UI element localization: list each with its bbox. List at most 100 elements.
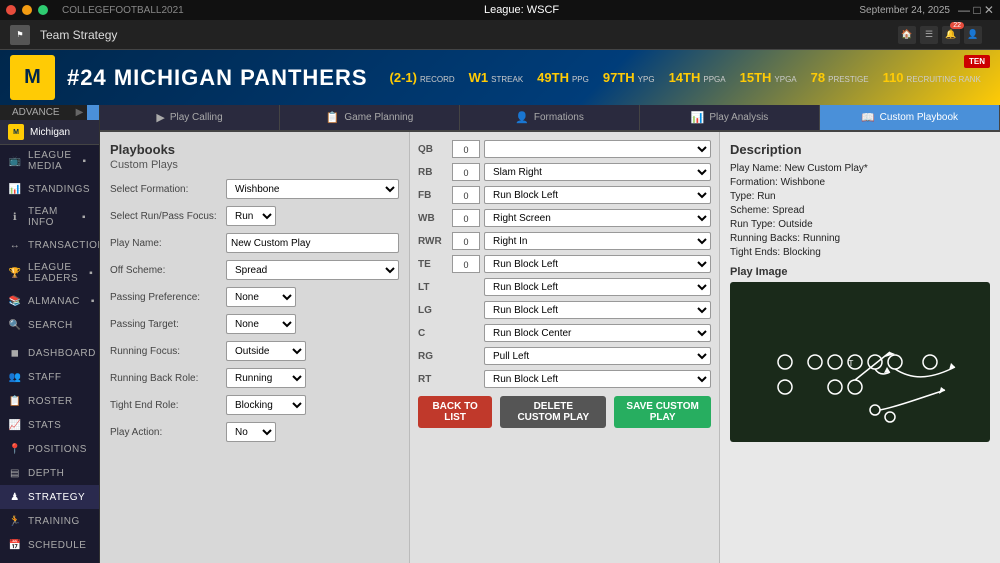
sidebar-item-standings[interactable]: 📊 STANDINGS ▪ — [0, 177, 99, 201]
desc-play-name-value: New Custom Play* — [784, 163, 867, 174]
player-action-fb[interactable]: Run Block Left — [484, 186, 711, 204]
tab-custom-playbook[interactable]: 📖 Custom Playbook — [820, 105, 1000, 130]
player-action-lg[interactable]: Run Block Left — [484, 301, 711, 319]
tab-bar: ▶ Play Calling 📋 Game Planning 👤 Formati… — [100, 105, 1000, 132]
top-bar: COLLEGEFOOTBALL2021 League: WSCF Septemb… — [0, 0, 1000, 20]
list-icon[interactable]: ☰ — [920, 26, 938, 44]
player-action-qb[interactable] — [484, 140, 711, 158]
sidebar-item-league-leaders[interactable]: 🏆 LEAGUE LEADERS ▪ — [0, 257, 99, 289]
player-action-rb[interactable]: Slam Right — [484, 163, 711, 181]
play-action-select[interactable]: No — [226, 422, 276, 442]
depth-icon: ▤ — [8, 466, 22, 480]
sidebar-item-dashboard[interactable]: ◼ DASHBOARD — [0, 341, 99, 365]
passing-target-label: Passing Target: — [110, 319, 220, 330]
team-stat-ppg: 49TH PPG — [537, 70, 589, 85]
run-pass-select[interactable]: Run — [226, 206, 276, 226]
te-role-select[interactable]: Blocking — [226, 395, 306, 415]
team-selector[interactable]: M Michigan — [0, 120, 99, 145]
sidebar: ADVANCE ▶ PLAY/SIM ▶ M Michigan 📺 LEAGUE… — [0, 105, 100, 563]
player-action-rwr[interactable]: Right In — [484, 232, 711, 250]
rb-role-label: Running Back Role: — [110, 373, 220, 384]
form-row-passing-target: Passing Target: None — [110, 314, 399, 334]
sidebar-label-transactions: TRANSACTIONS — [28, 240, 100, 251]
stat-val-prestige: 78 — [811, 70, 825, 85]
home-icon[interactable]: 🏠 — [898, 26, 916, 44]
user-icon[interactable]: 👤 — [964, 26, 982, 44]
player-action-rt[interactable]: Run Block Left — [484, 370, 711, 388]
passing-target-select[interactable]: None — [226, 314, 296, 334]
sidebar-item-schedule[interactable]: 📅 SCHEDULE — [0, 533, 99, 557]
form-row-off-scheme: Off Scheme: Spread — [110, 260, 399, 280]
sidebar-arrow-league-leaders: ▪ — [84, 266, 98, 280]
delete-custom-play-button[interactable]: Delete Custom Play — [500, 396, 606, 428]
team-stat-prestige: 78 PRESTIGE — [811, 70, 869, 85]
rb-role-select[interactable]: Running — [226, 368, 306, 388]
sidebar-item-training[interactable]: 🏃 TRAINING — [0, 509, 99, 533]
player-num-rwr: 0 — [452, 232, 480, 250]
form-row-passing-pref: Passing Preference: None — [110, 287, 399, 307]
sidebar-item-roster[interactable]: 📋 ROSTER — [0, 389, 99, 413]
sidebar-item-search[interactable]: 🔍 SEARCH — [0, 313, 99, 337]
sidebar-label-team-info: TEAM INFO — [28, 206, 71, 228]
player-pos-rb: RB — [418, 167, 448, 178]
passing-pref-select[interactable]: None — [226, 287, 296, 307]
player-action-rg[interactable]: Pull Left — [484, 347, 711, 365]
tab-formations[interactable]: 👤 Formations — [460, 105, 640, 130]
play-image-title: Play Image — [730, 266, 990, 278]
playbook-right-panel: Description Play Name: New Custom Play* … — [720, 132, 1000, 563]
save-custom-play-button[interactable]: Save Custom Play — [614, 396, 711, 428]
content-area: ▶ Play Calling 📋 Game Planning 👤 Formati… — [100, 105, 1000, 563]
sidebar-item-depth[interactable]: ▤ DEPTH — [0, 461, 99, 485]
sidebar-item-league-media[interactable]: 📺 LEAGUE MEDIA ▪ — [0, 145, 99, 177]
sidebar-item-history[interactable]: 📜 HISTORY — [0, 557, 99, 563]
play-sim-btn[interactable]: PLAY/SIM — [87, 105, 100, 120]
sidebar-item-staff[interactable]: 👥 STAFF — [0, 365, 99, 389]
desc-scheme: Scheme: Spread — [730, 205, 990, 216]
running-focus-select[interactable]: Outside — [226, 341, 306, 361]
player-action-wb[interactable]: Right Screen — [484, 209, 711, 227]
player-action-lt[interactable]: Run Block Left — [484, 278, 711, 296]
desc-run-type: Run Type: Outside — [730, 219, 990, 230]
tab-play-calling[interactable]: ▶ Play Calling — [100, 105, 280, 130]
sidebar-label-almanac: ALMANAC — [28, 296, 80, 307]
back-to-list-button[interactable]: Back To List — [418, 396, 492, 428]
sidebar-item-team-info[interactable]: ℹ TEAM INFO ▪ — [0, 201, 99, 233]
tab-game-planning[interactable]: 📋 Game Planning — [280, 105, 460, 130]
sidebar-item-almanac[interactable]: 📚 ALMANAC ▪ — [0, 289, 99, 313]
sidebar-label-schedule: SCHEDULE — [28, 540, 91, 551]
tab-play-calling-label: Play Calling — [170, 112, 223, 123]
strategy-icon: ♟ — [8, 490, 22, 504]
desc-formation-label: Formation: — [730, 177, 781, 188]
player-row-rt: RT Run Block Left — [418, 370, 711, 388]
minimize-dot[interactable] — [22, 5, 32, 15]
play-name-input[interactable] — [226, 233, 399, 253]
run-pass-label: Select Run/Pass Focus: — [110, 211, 220, 222]
sidebar-item-transactions[interactable]: ↔ TRANSACTIONS ▪ — [0, 233, 99, 257]
play-calling-tab-icon: ▶ — [156, 111, 164, 124]
player-action-te[interactable]: Run Block Left — [484, 255, 711, 273]
playbook-left-panel: Playbooks Custom Plays Select Formation:… — [100, 132, 410, 563]
sidebar-item-stats[interactable]: 📈 STATS — [0, 413, 99, 437]
date-label: September 24, 2025 — [859, 5, 950, 16]
player-action-c[interactable]: Run Block Center — [484, 324, 711, 342]
off-scheme-label: Off Scheme: — [110, 265, 220, 276]
advance-btn[interactable]: ADVANCE — [0, 105, 72, 120]
sidebar-label-roster: ROSTER — [28, 396, 91, 407]
stat-lbl-ypg: YPG — [638, 75, 655, 84]
tab-play-analysis[interactable]: 📊 Play Analysis — [640, 105, 820, 130]
off-scheme-select[interactable]: Spread — [226, 260, 399, 280]
select-formation-label: Select Formation: — [110, 184, 220, 195]
maximize-dot[interactable] — [38, 5, 48, 15]
bell-icon[interactable]: 🔔 — [942, 26, 960, 44]
sidebar-item-strategy[interactable]: ♟ STRATEGY — [0, 485, 99, 509]
stat-val-ypg: 97TH — [603, 70, 635, 85]
header-title: Team Strategy — [40, 28, 117, 42]
select-formation-select[interactable]: Wishbone — [226, 179, 399, 199]
sidebar-item-positions[interactable]: 📍 POSITIONS — [0, 437, 99, 461]
desc-type-label: Type: — [730, 191, 757, 202]
stat-lbl-ppga: PPGA — [703, 75, 725, 84]
description-title: Description — [730, 142, 990, 157]
sidebar-label-league-leaders: LEAGUE LEADERS — [28, 262, 78, 284]
section-title: Playbooks — [110, 142, 399, 157]
close-dot[interactable] — [6, 5, 16, 15]
